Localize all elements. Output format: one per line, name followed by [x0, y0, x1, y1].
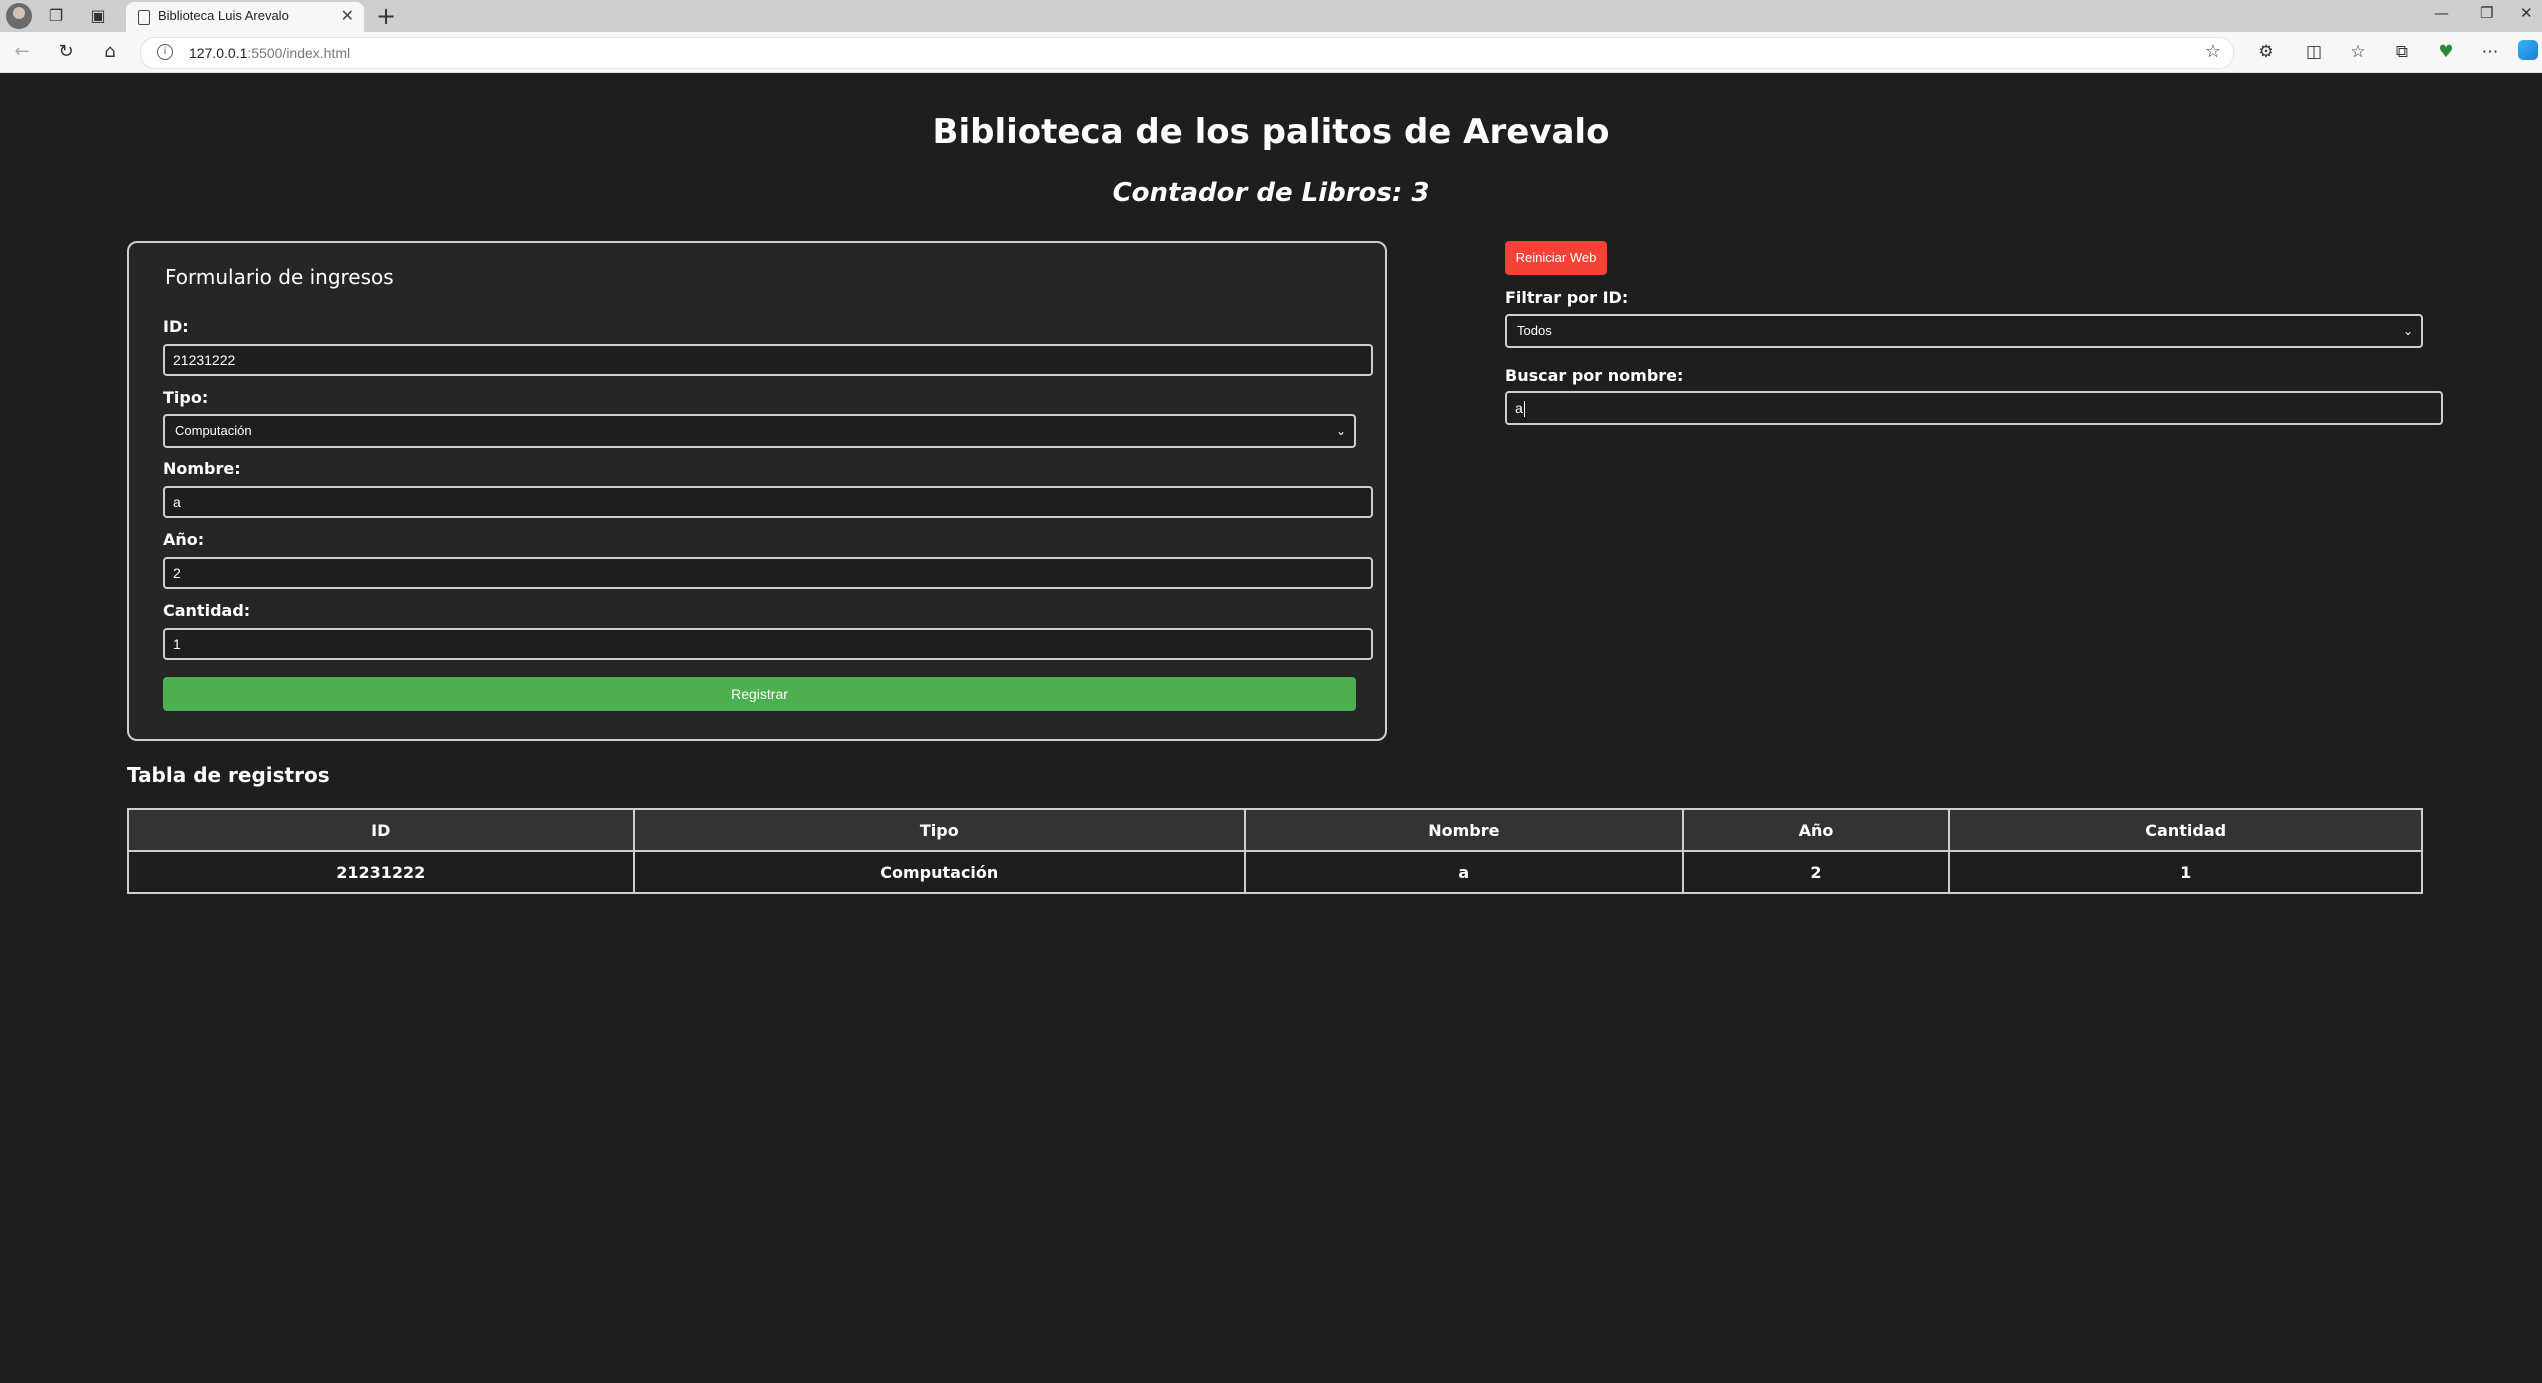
- tipo-label: Tipo:: [163, 388, 209, 407]
- id-label: ID:: [163, 317, 189, 336]
- nombre-label: Nombre:: [163, 459, 241, 478]
- url-host: 127.0.0.1: [189, 45, 248, 61]
- entry-form: Formulario de ingresos ID: 21231222 Tipo…: [127, 241, 1387, 741]
- site-info-icon[interactable]: i: [157, 44, 173, 60]
- address-bar[interactable]: i 127.0.0.1:5500/index.html ☆: [140, 37, 2234, 69]
- column-header-nombre: Nombre: [1244, 808, 1684, 852]
- back-icon[interactable]: ←: [10, 40, 34, 64]
- table-header-row: ID Tipo Nombre Año Cantidad: [127, 808, 2423, 852]
- close-window-icon[interactable]: ✕: [2520, 4, 2533, 22]
- favorite-star-icon[interactable]: ☆: [2205, 41, 2221, 62]
- workspaces-icon[interactable]: ❐: [46, 6, 66, 26]
- form-legend: Formulario de ingresos: [165, 265, 394, 289]
- filter-selected-value: Todos: [1517, 323, 1552, 338]
- tab-active[interactable]: Biblioteca Luis Arevalo ✕: [126, 2, 364, 32]
- nombre-input[interactable]: a: [163, 486, 1373, 518]
- browser-essentials-icon[interactable]: ♥: [2434, 40, 2458, 64]
- cantidad-label: Cantidad:: [163, 601, 251, 620]
- anio-label: Año:: [163, 530, 205, 549]
- refresh-icon[interactable]: ↻: [54, 40, 78, 64]
- reset-web-button[interactable]: Reiniciar Web: [1505, 241, 1607, 275]
- browser-tab-strip: ❐ ▣ Biblioteca Luis Arevalo ✕ + — ❐ ✕: [0, 0, 2542, 32]
- search-label: Buscar por nombre:: [1505, 366, 1684, 385]
- cell-nombre: a: [1244, 850, 1684, 894]
- restore-icon[interactable]: ❐: [2480, 4, 2493, 22]
- page-title: Biblioteca de los palitos de Arevalo: [932, 112, 1610, 152]
- column-header-tipo: Tipo: [632, 808, 1247, 852]
- extensions-icon[interactable]: ⚙: [2254, 40, 2278, 64]
- cell-tipo: Computación: [632, 850, 1247, 894]
- tab-title: Biblioteca Luis Arevalo: [158, 8, 289, 23]
- tab-actions-icon[interactable]: ▣: [88, 6, 108, 26]
- search-name-input[interactable]: a: [1505, 391, 2443, 425]
- search-value: a: [1515, 400, 1523, 416]
- url-path: :5500/index.html: [247, 45, 351, 61]
- copilot-icon[interactable]: [2518, 40, 2538, 60]
- column-header-cantidad: Cantidad: [1948, 808, 2423, 852]
- favorites-icon[interactable]: ☆: [2346, 40, 2370, 64]
- collections-icon[interactable]: ⧉: [2390, 40, 2414, 64]
- tipo-selected-value: Computación: [175, 423, 252, 438]
- records-table: ID Tipo Nombre Año Cantidad 21231222 Com…: [127, 808, 2423, 894]
- split-screen-icon[interactable]: ◫: [2302, 40, 2326, 64]
- text-caret: [1523, 401, 1525, 418]
- url-text: 127.0.0.1:5500/index.html: [189, 45, 350, 61]
- column-header-anio: Año: [1681, 808, 1951, 852]
- close-tab-icon[interactable]: ✕: [341, 6, 354, 25]
- column-header-id: ID: [127, 808, 635, 852]
- cell-anio: 2: [1681, 850, 1951, 894]
- home-icon[interactable]: ⌂: [98, 40, 122, 64]
- anio-input[interactable]: 2: [163, 557, 1373, 589]
- address-toolbar: ← ↻ ⌂ i 127.0.0.1:5500/index.html ☆ ⚙ ◫ …: [0, 32, 2542, 73]
- chevron-down-icon: ⌄: [2402, 324, 2413, 338]
- filter-label: Filtrar por ID:: [1505, 288, 1629, 307]
- minimize-icon[interactable]: —: [2434, 4, 2449, 22]
- filter-id-select[interactable]: Todos ⌄: [1505, 314, 2423, 348]
- page-icon: [138, 10, 150, 25]
- profile-avatar[interactable]: [6, 3, 32, 29]
- cantidad-input[interactable]: 1: [163, 628, 1373, 660]
- table-title: Tabla de registros: [127, 763, 330, 787]
- chevron-down-icon: ⌄: [1335, 424, 1346, 438]
- more-options-icon[interactable]: ⋯: [2478, 40, 2502, 64]
- table-row: 21231222 Computación a 2 1: [127, 850, 2423, 894]
- new-tab-icon[interactable]: +: [376, 2, 396, 30]
- book-counter: Contador de Libros: 3: [1112, 178, 1430, 208]
- id-input[interactable]: 21231222: [163, 344, 1373, 376]
- cell-cantidad: 1: [1948, 850, 2423, 894]
- tipo-select[interactable]: Computación ⌄: [163, 414, 1356, 448]
- register-button[interactable]: Registrar: [163, 677, 1356, 711]
- cell-id: 21231222: [127, 850, 635, 894]
